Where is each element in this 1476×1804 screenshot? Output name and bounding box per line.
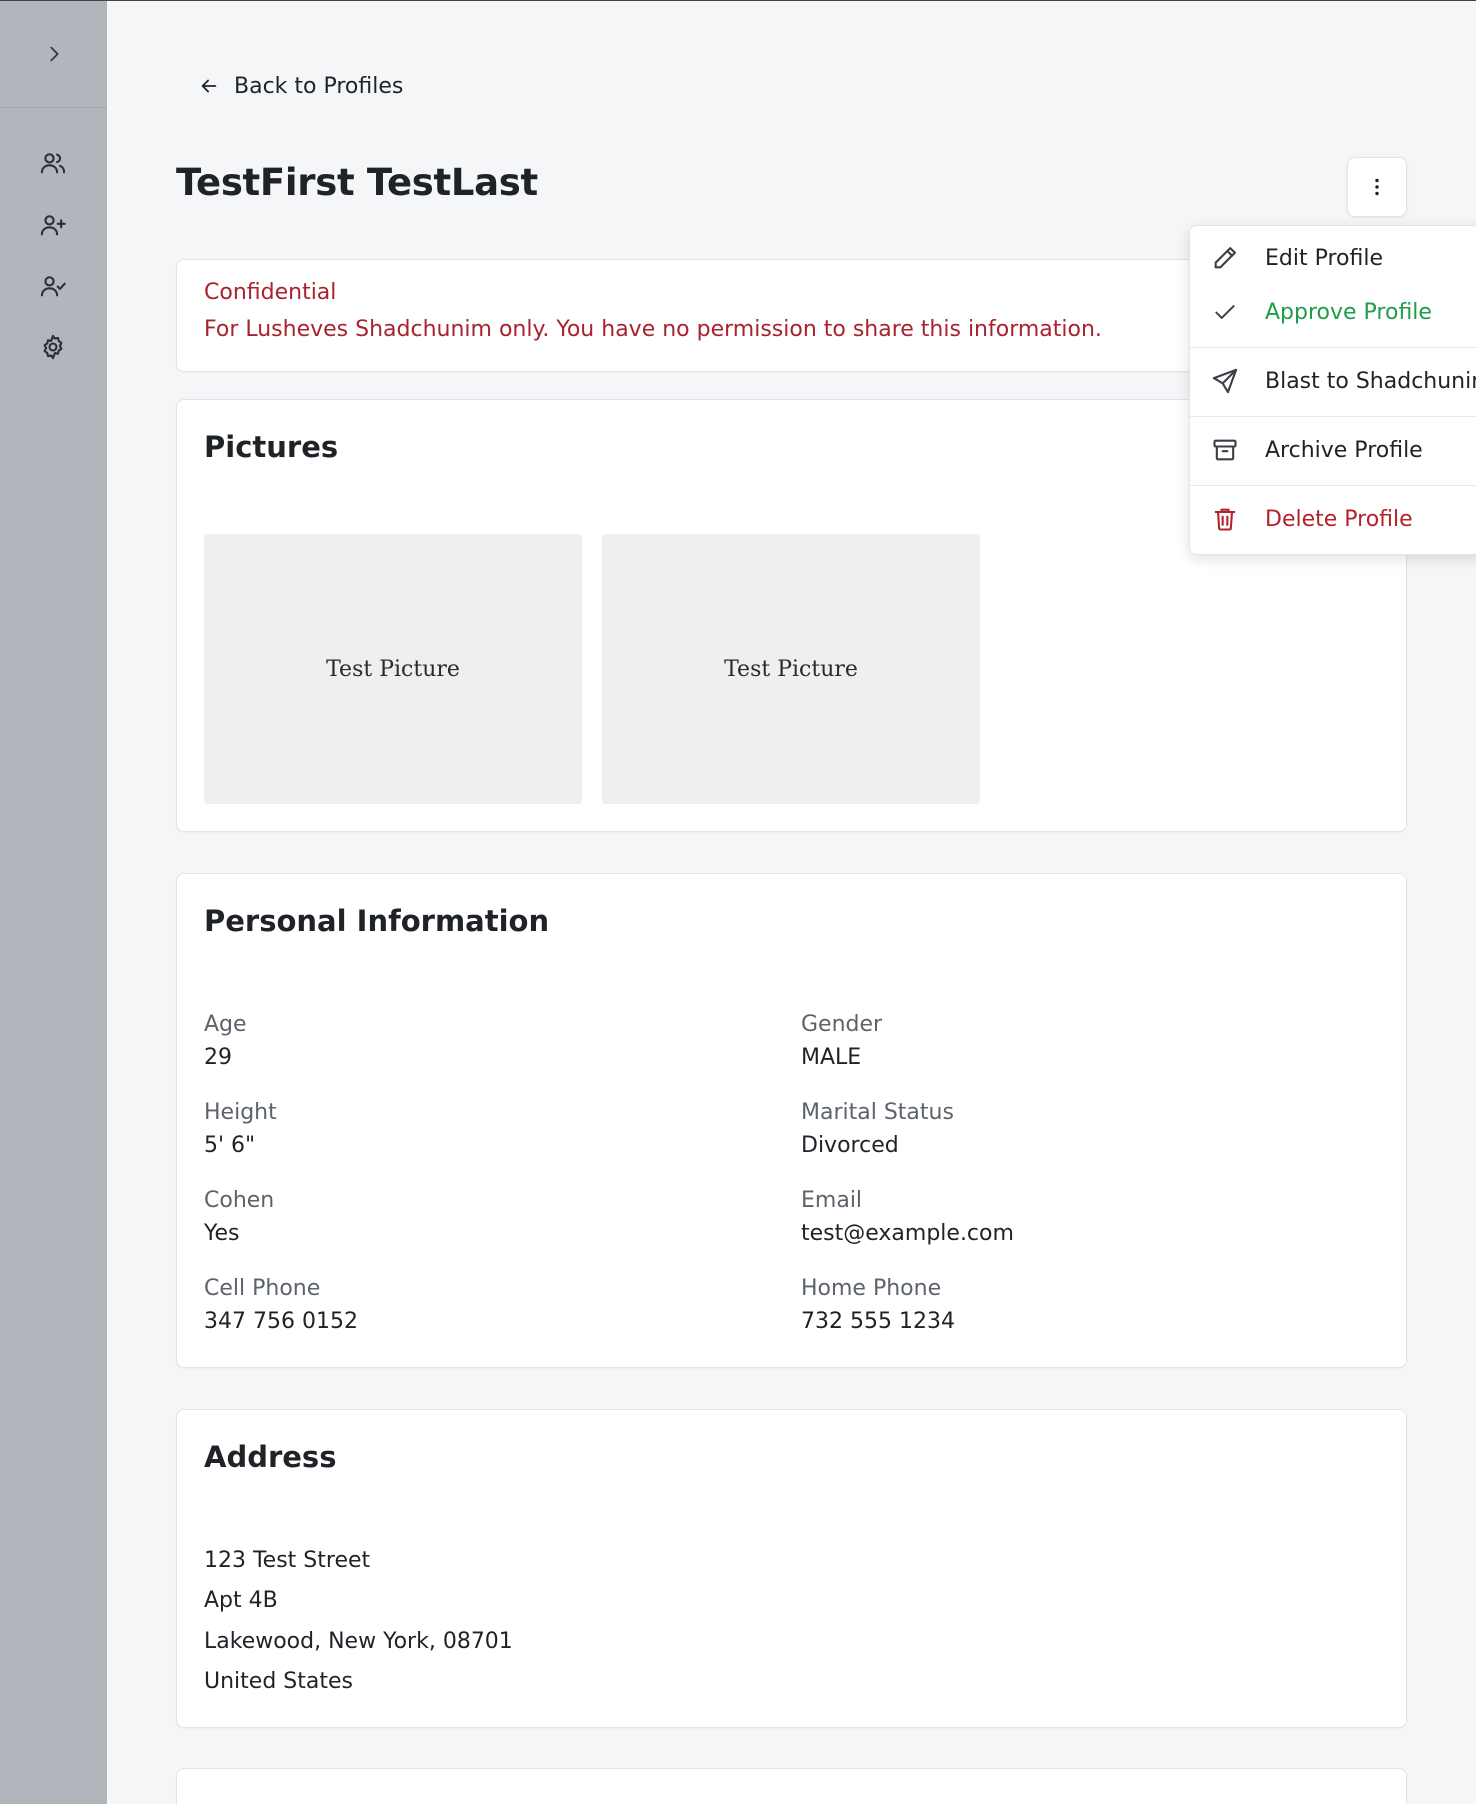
- pencil-icon: [1214, 247, 1236, 269]
- age-label: Age: [204, 1012, 247, 1037]
- address-line: 123 Test Street: [204, 1548, 371, 1573]
- picture-caption: Test Picture: [326, 656, 460, 682]
- sidebar-expand-button[interactable]: [0, 1, 107, 108]
- gender-value: MALE: [801, 1045, 862, 1070]
- next-section-card: [176, 1768, 1407, 1804]
- menu-item-blast-to-shadchunim[interactable]: Blast to Shadchunim: [1190, 355, 1476, 407]
- profile-actions-menu: Edit Profile Approve Profile Blast to Sh…: [1189, 225, 1476, 555]
- sidebar-item-settings[interactable]: [33, 327, 73, 367]
- back-link-label: Back to Profiles: [234, 73, 404, 99]
- menu-item-label: Delete Profile: [1265, 506, 1413, 532]
- address-card: Address 123 Test Street Apt 4B Lakewood,…: [176, 1409, 1407, 1728]
- check-icon: [1215, 305, 1235, 319]
- cohen-value: Yes: [204, 1221, 240, 1246]
- picture-thumbnail[interactable]: Test Picture: [204, 534, 582, 804]
- address-line: Lakewood, New York, 08701: [204, 1629, 513, 1654]
- menu-item-label: Approve Profile: [1265, 299, 1432, 325]
- archive-icon: [1213, 439, 1237, 461]
- picture-thumbnail[interactable]: Test Picture: [602, 534, 980, 804]
- cell-phone-value: 347 756 0152: [204, 1309, 358, 1334]
- more-vertical-icon: [1375, 178, 1379, 196]
- sidebar-item-approvals[interactable]: [33, 266, 73, 306]
- back-to-profiles-link[interactable]: Back to Profiles: [198, 69, 403, 103]
- menu-item-label: Archive Profile: [1265, 437, 1423, 463]
- send-icon: [1212, 368, 1238, 394]
- picture-caption: Test Picture: [724, 656, 858, 682]
- gear-icon: [43, 334, 63, 360]
- email-label: Email: [801, 1188, 863, 1213]
- marital-status-value: Divorced: [801, 1133, 899, 1158]
- user-check-icon: [40, 276, 66, 297]
- pictures-title: Pictures: [204, 430, 339, 464]
- address-line: United States: [204, 1669, 353, 1694]
- address-line: Apt 4B: [204, 1588, 278, 1613]
- height-label: Height: [204, 1100, 277, 1125]
- sidebar-item-add-profile[interactable]: [33, 205, 73, 245]
- more-actions-button[interactable]: [1347, 157, 1407, 217]
- sidebar-item-profiles[interactable]: [33, 143, 73, 183]
- menu-item-label: Blast to Shadchunim: [1265, 368, 1476, 394]
- menu-divider: [1190, 416, 1476, 417]
- address-title: Address: [204, 1440, 337, 1474]
- users-icon: [40, 153, 66, 174]
- cohen-label: Cohen: [204, 1188, 275, 1213]
- menu-item-approve-profile[interactable]: Approve Profile: [1190, 286, 1476, 338]
- height-value: 5' 6": [204, 1133, 256, 1158]
- menu-divider: [1190, 485, 1476, 486]
- personal-information-title: Personal Information: [204, 904, 550, 938]
- cell-phone-label: Cell Phone: [204, 1276, 321, 1301]
- home-phone-value: 732 555 1234: [801, 1309, 955, 1334]
- menu-divider: [1190, 347, 1476, 348]
- user-plus-icon: [40, 215, 66, 236]
- menu-item-delete-profile[interactable]: Delete Profile: [1190, 493, 1476, 545]
- age-value: 29: [204, 1045, 232, 1070]
- menu-item-edit-profile[interactable]: Edit Profile: [1190, 232, 1476, 284]
- chevron-right-icon: [49, 46, 58, 62]
- confidential-title: Confidential: [204, 280, 337, 305]
- arrow-left-icon: [201, 79, 217, 93]
- personal-information-card: Personal Information Age 29 Gender MALE …: [176, 873, 1407, 1368]
- email-value: test@example.com: [801, 1221, 1014, 1246]
- marital-status-label: Marital Status: [801, 1100, 954, 1125]
- sidebar: [0, 1, 107, 1804]
- page-title: TestFirst TestLast: [176, 161, 538, 204]
- home-phone-label: Home Phone: [801, 1276, 942, 1301]
- gender-label: Gender: [801, 1012, 883, 1037]
- main-content: Back to Profiles TestFirst TestLast Conf…: [107, 1, 1476, 1804]
- menu-item-archive-profile[interactable]: Archive Profile: [1190, 424, 1476, 476]
- menu-item-label: Edit Profile: [1265, 245, 1384, 271]
- trash-icon: [1214, 508, 1236, 531]
